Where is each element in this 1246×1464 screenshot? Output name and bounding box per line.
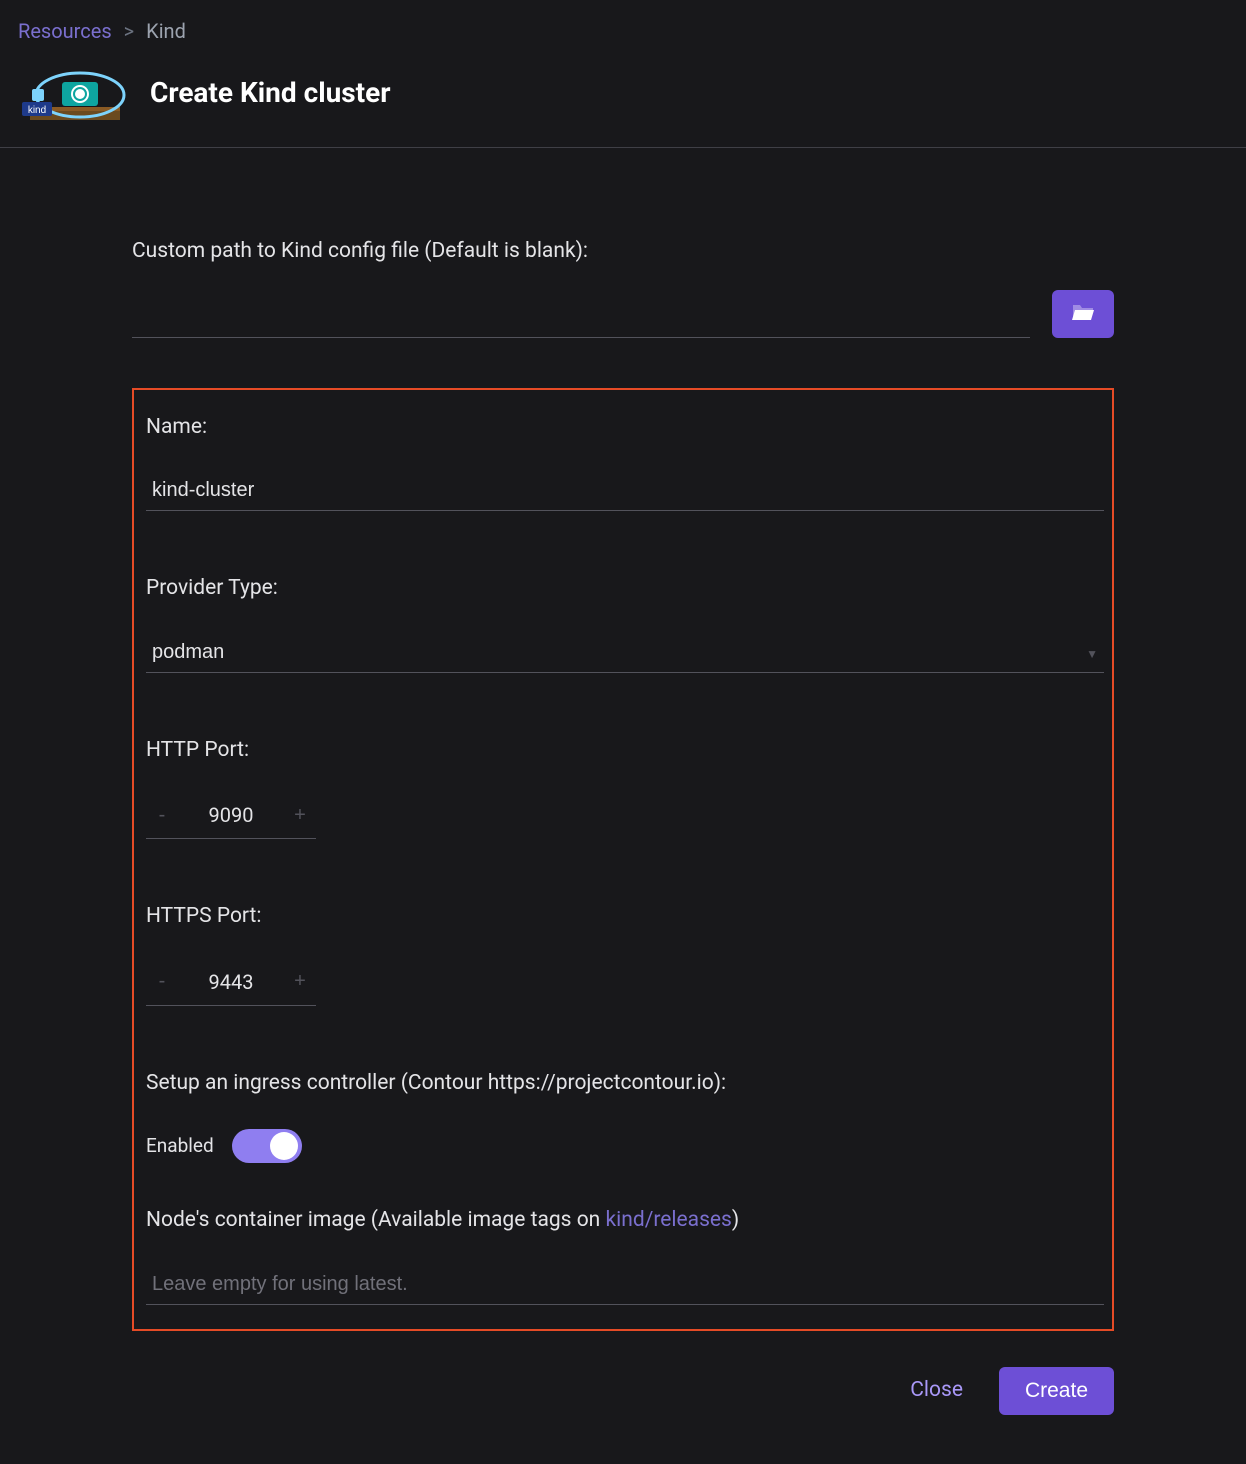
dialog-footer: Close Create [0, 1331, 1246, 1415]
http-port-value: 9090 [209, 800, 254, 830]
page-title: Create Kind cluster [150, 72, 391, 114]
https-port-decrement[interactable]: - [152, 970, 172, 993]
browse-file-button[interactable] [1052, 290, 1114, 338]
provider-select[interactable] [146, 635, 1104, 673]
node-image-label-pre: Node's container image (Available image … [146, 1208, 606, 1232]
cluster-settings-box: Name: Provider Type: ▼ HTTP Port: - 9090… [132, 388, 1114, 1331]
http-port-label: HTTP Port: [146, 735, 1104, 767]
https-port-label: HTTPS Port: [146, 901, 1104, 933]
folder-open-icon [1071, 302, 1095, 325]
name-field: Name: [146, 412, 1104, 512]
https-port-field: HTTPS Port: - 9443 + [146, 901, 1104, 1006]
breadcrumb-current: Kind [146, 16, 186, 46]
provider-label: Provider Type: [146, 573, 1104, 605]
page-header: kind Create Kind cluster [0, 56, 1246, 148]
close-button[interactable]: Close [910, 1375, 963, 1407]
toggle-knob [270, 1132, 298, 1160]
node-image-field: Node's container image (Available image … [146, 1205, 1104, 1305]
http-port-stepper[interactable]: - 9090 + [146, 796, 316, 839]
ingress-label: Setup an ingress controller (Contour htt… [146, 1068, 1104, 1100]
http-port-decrement[interactable]: - [152, 804, 172, 827]
breadcrumb: Resources > Kind [0, 0, 1246, 56]
config-file-label: Custom path to Kind config file (Default… [132, 236, 1030, 268]
node-image-label-post: ) [732, 1208, 739, 1232]
node-image-input[interactable] [146, 1267, 1104, 1305]
ingress-toggle[interactable] [232, 1129, 302, 1163]
node-image-label: Node's container image (Available image … [146, 1205, 1104, 1237]
provider-field: Provider Type: ▼ [146, 573, 1104, 673]
kind-releases-link[interactable]: kind/releases [606, 1208, 732, 1232]
https-port-stepper[interactable]: - 9443 + [146, 963, 316, 1006]
config-file-row: Custom path to Kind config file (Default… [132, 236, 1114, 338]
https-port-value: 9443 [209, 967, 254, 997]
ingress-enabled-label: Enabled [146, 1132, 214, 1161]
ingress-field: Setup an ingress controller (Contour htt… [146, 1068, 1104, 1164]
kind-logo-icon: kind [18, 60, 128, 125]
config-file-input[interactable] [132, 298, 1030, 338]
https-port-increment[interactable]: + [290, 970, 310, 993]
create-button[interactable]: Create [999, 1367, 1114, 1415]
http-port-increment[interactable]: + [290, 804, 310, 827]
svg-text:kind: kind [28, 105, 46, 116]
chevron-right-icon: > [124, 16, 134, 46]
breadcrumb-root[interactable]: Resources [18, 16, 112, 46]
name-label: Name: [146, 412, 1104, 444]
http-port-field: HTTP Port: - 9090 + [146, 735, 1104, 840]
name-input[interactable] [146, 473, 1104, 511]
